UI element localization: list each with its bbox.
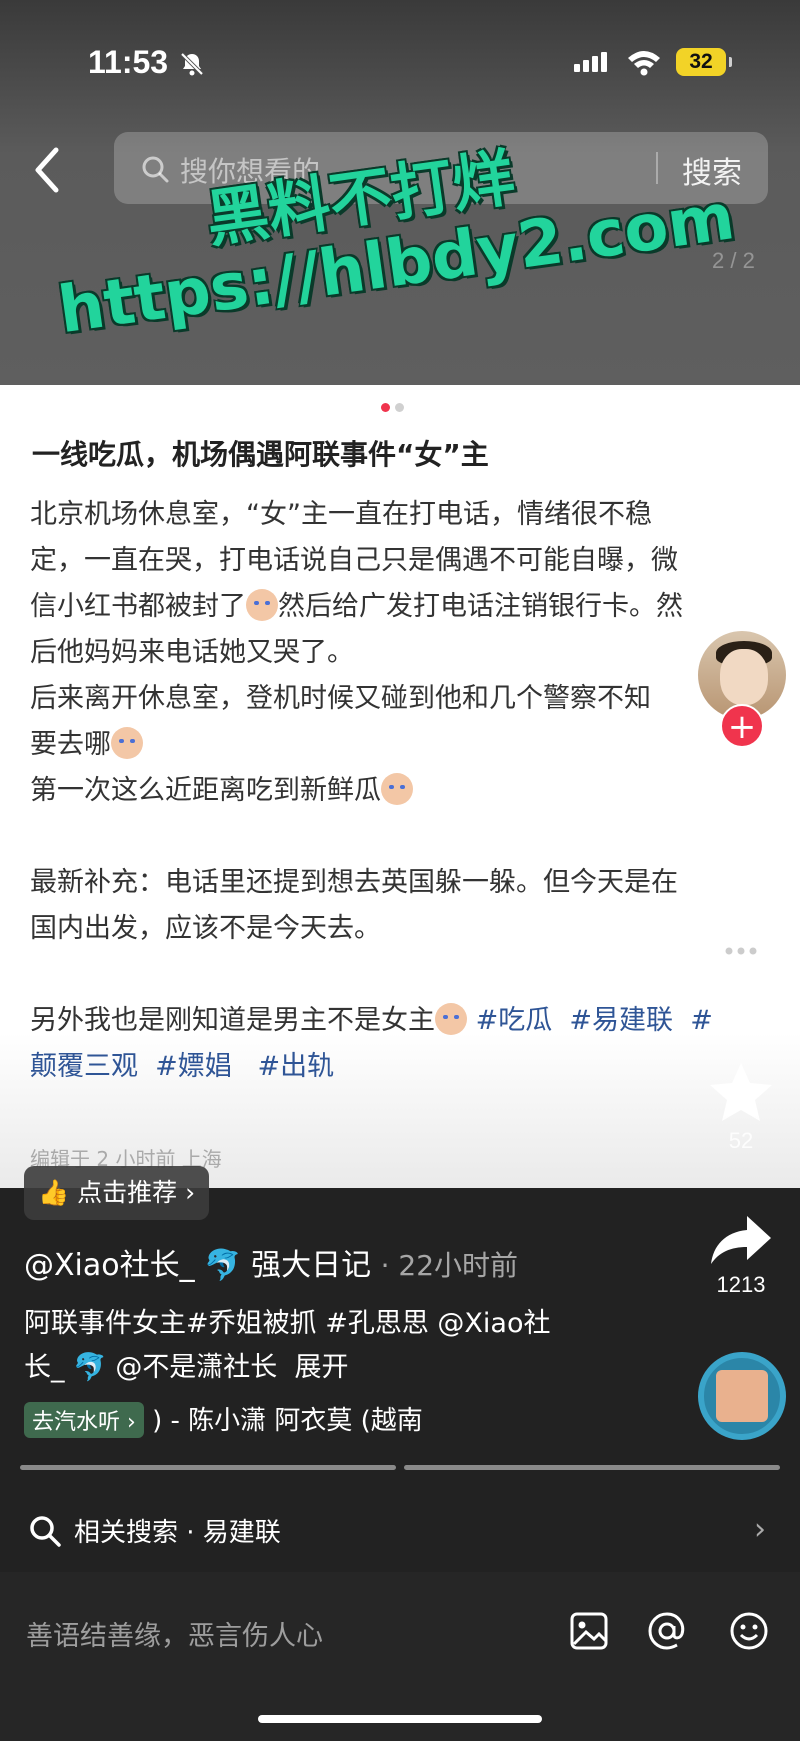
author-suffix: 强大日记 [251, 1248, 372, 1283]
music-cover [716, 1370, 768, 1422]
post-card[interactable]: 一线吃瓜，机场偶遇阿联事件“女”主 北京机场休息室，“女”主一直在打电话，情绪很… [0, 385, 800, 1195]
crying-emoji-icon [381, 773, 413, 805]
post-text-line: 信小红书都被封了 然后给广发打电话注销银行卡。然 [30, 589, 683, 622]
post-text-line [30, 814, 770, 860]
hashtag[interactable]: 颠覆三观 [30, 1051, 138, 1082]
author-line: @Xiao社长_ 🐬 强大日记 · 22小时前 [24, 1240, 518, 1284]
status-bar: 11:53 32 [0, 38, 800, 88]
avatar-face [720, 649, 768, 705]
chevron-right-icon: › [754, 1512, 766, 1547]
carousel-dots [381, 397, 409, 416]
search-divider [656, 152, 658, 184]
related-search-bar[interactable]: 相关搜索 · 易建联 › [0, 1490, 800, 1572]
desc-line: 阿联事件女主#乔姐被抓 #孔思思 @Xiao社 [24, 1308, 551, 1339]
thumbs-up-icon: 👍 [38, 1178, 70, 1207]
hashtag[interactable]: #出轨 [258, 1051, 335, 1082]
desc-line: 长_ 🐬 @不是潇社长 展开 [24, 1352, 349, 1383]
emoji-icon[interactable] [726, 1608, 772, 1654]
chevron-right-icon: › [185, 1178, 196, 1207]
hashtag[interactable]: #吃瓜 [476, 1005, 553, 1036]
video-description: 阿联事件女主#乔姐被抓 #孔思思 @Xiao社 长_ 🐬 @不是潇社长 展开 [24, 1302, 624, 1390]
hashtag[interactable]: #嫖娼 [155, 1051, 232, 1082]
share-count: 1213 [716, 1272, 766, 1297]
search-icon [142, 156, 169, 183]
post-text-line: 最新补充：电话里还提到想去英国躲一躲。但今天是在 [30, 867, 678, 898]
post-text-line: 后来离开休息室，登机时候又碰到他和几个警察不知 [30, 683, 651, 714]
crying-emoji-icon [435, 1003, 467, 1035]
comment-input[interactable]: 善语结善缘，恶言伤人心 [26, 1614, 323, 1653]
battery-indicator: 32 [676, 48, 732, 76]
expand-button[interactable]: 展开 [294, 1352, 348, 1383]
post-body: 北京机场休息室，“女”主一直在打电话，情绪很不稳 定，一直在哭，打电话说自己只是… [30, 492, 770, 1090]
like-count: 272 [722, 844, 760, 869]
related-search-text: 相关搜索 · 易建联 [74, 1518, 281, 1548]
wifi-icon [628, 51, 660, 76]
mention-icon[interactable] [644, 1608, 690, 1654]
follow-button[interactable]: + [720, 704, 764, 748]
music-line[interactable]: 去汽水听 › ) - 陈小潇 阿衣莫 (越南 [24, 1400, 494, 1438]
crying-emoji-icon [111, 727, 143, 759]
recommend-label: 点击推荐 [77, 1178, 178, 1207]
post-text-line: 北京机场休息室，“女”主一直在打电话，情绪很不稳 [30, 499, 652, 530]
search-icon [30, 1516, 61, 1547]
bell-muted-icon [180, 52, 204, 76]
post-time: · 22小时前 [380, 1249, 519, 1282]
post-text-line: 颠覆三观 #嫖娼 #出轨 [30, 1044, 770, 1090]
dolphin-emoji-icon: 🐬 [204, 1248, 242, 1283]
carousel-dot-active [381, 403, 390, 412]
comment-bar: 善语结善缘，恶言伤人心 [0, 1572, 800, 1741]
image-icon[interactable] [566, 1608, 612, 1654]
progress-segment [20, 1465, 396, 1470]
dolphin-emoji-icon: 🐬 [73, 1352, 107, 1383]
heart-icon [710, 784, 772, 836]
star-icon [710, 1063, 772, 1121]
share-icon [711, 1216, 771, 1264]
post-text-line: 另外我也是刚知道是男主不是女主 #吃瓜 #易建联 # [30, 1003, 713, 1036]
music-title: ) - 陈小潇 阿衣莫 (越南 [152, 1406, 423, 1436]
music-app-button[interactable]: 去汽水听 › [24, 1402, 144, 1438]
screen: 11:53 32 搜你想看的 搜索 2 / 2 一线吃瓜，机场偶遇阿联事件“女”… [0, 0, 800, 1741]
favorite-action[interactable]: 52 [701, 1060, 781, 1154]
comment-count: 2 [734, 988, 748, 1013]
home-indicator [258, 1715, 542, 1723]
post-text-line: 要去哪 [30, 722, 770, 768]
music-disc[interactable] [698, 1352, 786, 1440]
carousel-dot [395, 403, 404, 412]
comment-action[interactable]: 2 [701, 922, 781, 1014]
cellular-signal-icon [574, 52, 610, 72]
post-text-line: 后他妈妈来电话她又哭了。 [30, 637, 354, 668]
post-text-line: 国内出发，应该不是今天去。 [30, 913, 381, 944]
status-time: 11:53 [88, 44, 169, 80]
mention-link[interactable]: @不是潇社长 [115, 1352, 277, 1383]
recommend-button[interactable]: 👍 点击推荐 › [24, 1166, 210, 1220]
crying-emoji-icon [246, 589, 278, 621]
favorite-count: 52 [728, 1128, 754, 1153]
like-action[interactable]: 272 [701, 780, 781, 870]
back-button[interactable] [26, 140, 70, 200]
share-action[interactable]: 1213 [701, 1212, 781, 1298]
hashtag[interactable]: #易建联 [569, 1005, 673, 1036]
post-text-line: 定，一直在哭，打电话说自己只是偶遇不可能自曝，微 [30, 545, 678, 576]
post-title: 一线吃瓜，机场偶遇阿联事件“女”主 [32, 438, 489, 471]
comment-icon [711, 926, 771, 980]
author-name[interactable]: @Xiao社长_ [24, 1248, 195, 1283]
post-text-line: 第一次这么近距离吃到新鲜瓜 [30, 768, 770, 814]
post-text-line [30, 952, 770, 998]
progress-segment [404, 1465, 780, 1470]
